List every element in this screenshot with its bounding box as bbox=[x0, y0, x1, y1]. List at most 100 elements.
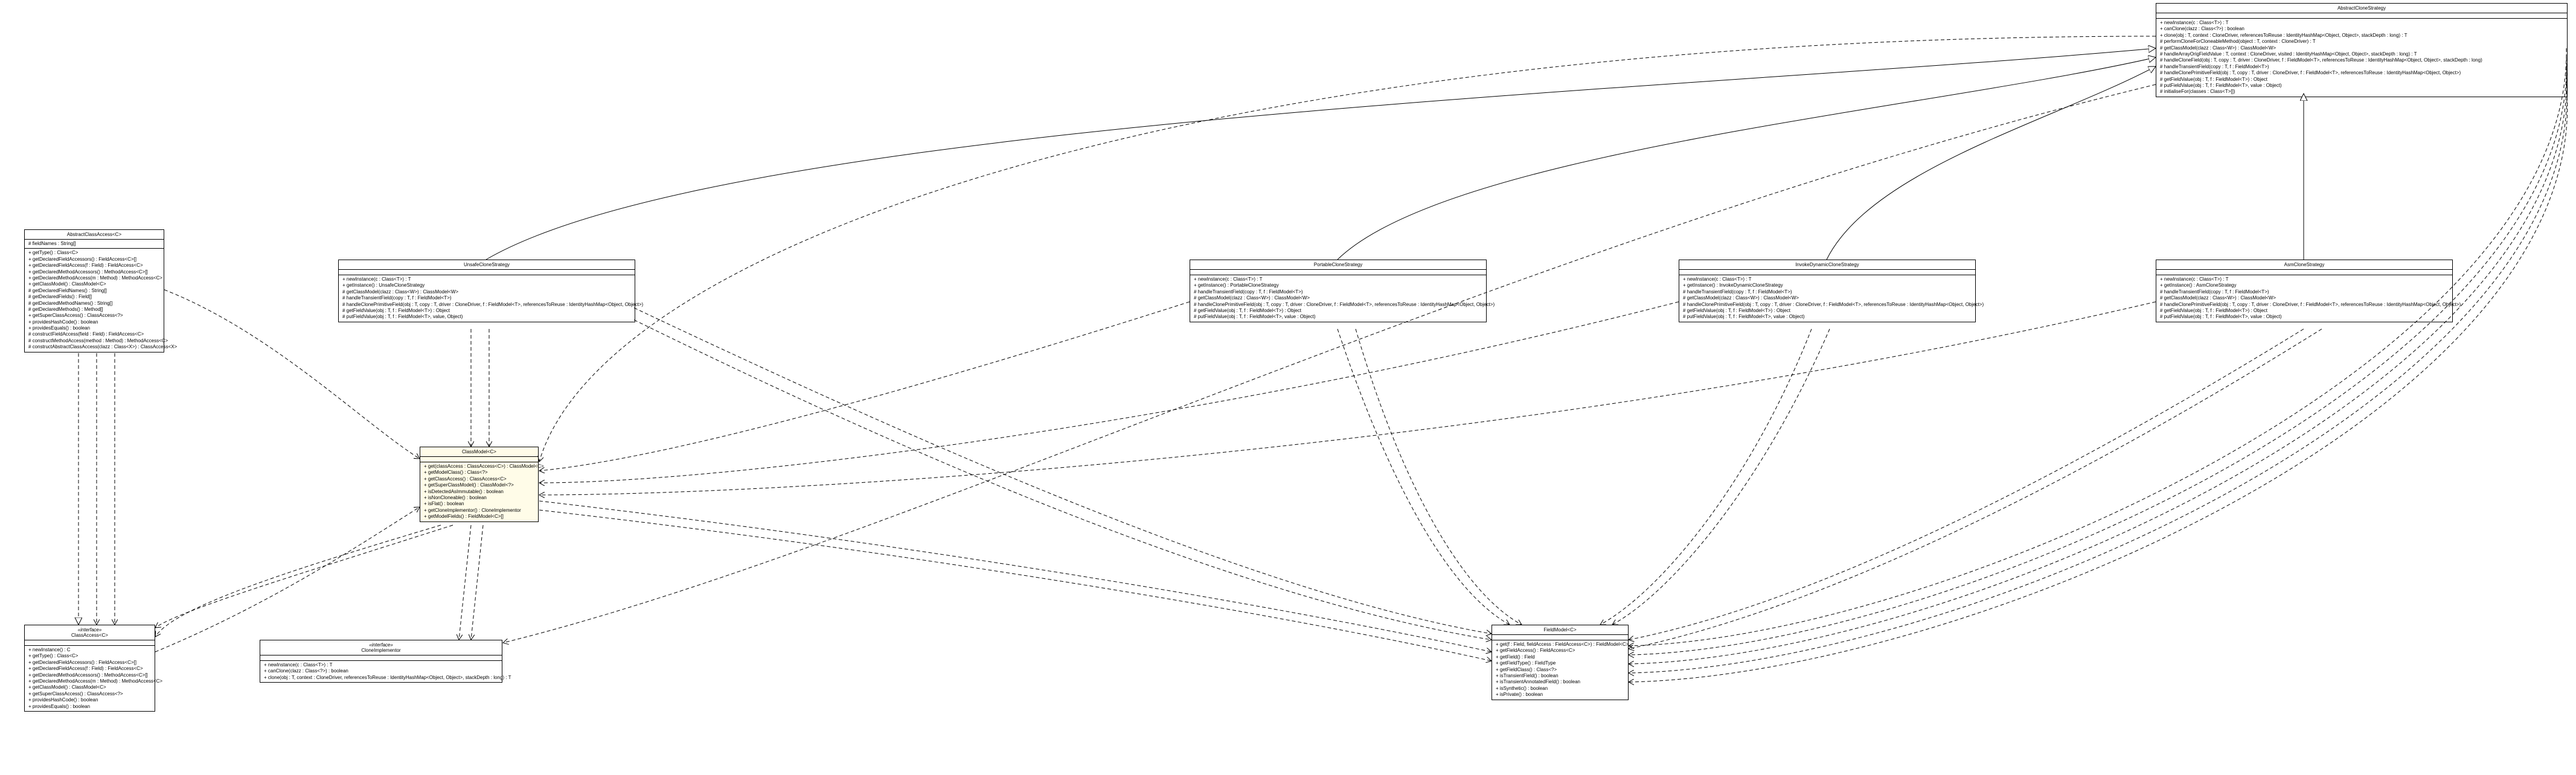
method-row: + isFlat() : boolean bbox=[424, 501, 534, 507]
fields-section bbox=[260, 655, 502, 661]
method-row: + getModelClass() : Class<?> bbox=[424, 470, 534, 476]
method-row: + getInstance() : AsmCloneStrategy bbox=[2160, 282, 2449, 289]
method-row: + get(classAccess : ClassAccess<C>) : Cl… bbox=[424, 464, 534, 470]
fields-section bbox=[1492, 635, 1628, 640]
method-row: + isSynthetic() : boolean bbox=[1496, 686, 1624, 692]
method-row: # initialiseFor(classes : Class<T>[]) bbox=[2160, 89, 2563, 95]
fields-section bbox=[339, 270, 635, 275]
methods-section: + get(f : Field, fieldAccess : FieldAcce… bbox=[1492, 640, 1628, 700]
title-text: ClassAccess<C> bbox=[71, 633, 108, 638]
method-row: + newInstance(c : Class<T>) : T bbox=[1683, 276, 1972, 282]
method-row: # handleArrayOrigFieldValue : T, context… bbox=[2160, 51, 2563, 57]
class-title: PortableCloneStrategy bbox=[1190, 260, 1486, 270]
class-title: FieldModel<C> bbox=[1492, 625, 1628, 635]
methods-section: + newInstance() : C + getType() : Class<… bbox=[25, 646, 155, 711]
class-abstract-clone-strategy: AbstractCloneStrategy + newInstance(c : … bbox=[2156, 3, 2568, 97]
class-field-model: FieldModel<C> + get(f : Field, fieldAcce… bbox=[1491, 625, 1629, 700]
method-row: # putFieldValue(obj : T, f : FieldModel<… bbox=[2160, 314, 2449, 320]
methods-section: + newInstance(c : Class<T>) : T + getIns… bbox=[339, 275, 635, 322]
method-row: + isPrivate() : boolean bbox=[1496, 692, 1624, 698]
methods-section: + getType() : Class<C> + getDeclaredFiel… bbox=[25, 249, 164, 351]
method-row: # getClassModel(clazz : Class<W>) : Clas… bbox=[1683, 295, 1972, 301]
method-row: # getDeclaredMethods() : Method[] bbox=[28, 307, 160, 313]
methods-section: + newInstance(c : Class<T>) : T + getIns… bbox=[1190, 275, 1486, 322]
method-row: # getClassModel(clazz : Class<W>) : Clas… bbox=[1194, 295, 1482, 301]
method-row: + newInstance(c : Class<T>) : T bbox=[264, 662, 498, 668]
method-row: + clone(obj : T, context : CloneDriver, … bbox=[264, 675, 498, 681]
method-row: + getDeclaredMethodAccessors() : MethodA… bbox=[28, 269, 160, 275]
method-row: # constructAbstractClassAccess(clazz : C… bbox=[28, 344, 160, 350]
stereotype: «interface» bbox=[28, 627, 151, 633]
method-row: # getFieldValue(obj : T, f : FieldModel<… bbox=[2160, 308, 2449, 314]
method-row: + getType() : Class<C> bbox=[28, 250, 160, 256]
method-row: + getDeclaredMethodAccessors() : MethodA… bbox=[28, 672, 151, 678]
method-row: + getModelFields() : FieldModel<C>[] bbox=[424, 514, 534, 520]
method-row: # handleTransientField(copy : T, f : Fie… bbox=[1683, 289, 1972, 295]
method-row: + getType() : Class<C> bbox=[28, 653, 151, 659]
method-row: # handleClonePrimitiveField(obj : T, cop… bbox=[1683, 302, 1972, 308]
method-row: + getDeclaredFieldAccess(f : Field) : Fi… bbox=[28, 666, 151, 672]
class-title: UnsafeCloneStrategy bbox=[339, 260, 635, 270]
method-row: + get(f : Field, fieldAccess : FieldAcce… bbox=[1496, 642, 1624, 648]
methods-section: + newInstance(c : Class<T>) : T + canClo… bbox=[2156, 19, 2567, 97]
method-row: + getSuperClassAccess() : ClassAccess<?> bbox=[28, 691, 151, 697]
method-row: # constructFieldAccess(field : Field) : … bbox=[28, 331, 160, 337]
method-row: # handleClonePrimitiveField(obj : T, cop… bbox=[2160, 70, 2563, 76]
method-row: # getClassModel(clazz : Class<W>) : Clas… bbox=[2160, 45, 2563, 51]
class-asm-clone-strategy: AsmCloneStrategy + newInstance(c : Class… bbox=[2156, 260, 2453, 322]
method-row: + getDeclaredFieldAccessors() : FieldAcc… bbox=[28, 660, 151, 666]
method-row: + getDeclaredMethodAccess(m : Method) : … bbox=[28, 678, 151, 684]
method-row: # getDeclaredFields() : Field[] bbox=[28, 294, 160, 300]
method-row: + getDeclaredFieldAccessors() : FieldAcc… bbox=[28, 257, 160, 263]
method-row: + newInstance(c : Class<T>) : T bbox=[342, 276, 631, 282]
method-row: + isTransientField() : boolean bbox=[1496, 673, 1624, 679]
stereotype: «interface» bbox=[264, 642, 498, 648]
class-title: «interface» CloneImplementor bbox=[260, 640, 502, 655]
class-title: «interface» ClassAccess<C> bbox=[25, 625, 155, 640]
fields-section bbox=[1679, 270, 1975, 275]
method-row: # putFieldValue(obj : T, f : FieldModel<… bbox=[2160, 83, 2563, 89]
method-row: + getDeclaredMethodAccess(m : Method) : … bbox=[28, 275, 160, 281]
method-row: # handleClonePrimitiveField(obj : T, cop… bbox=[2160, 302, 2449, 308]
class-portable-clone-strategy: PortableCloneStrategy + newInstance(c : … bbox=[1190, 260, 1487, 322]
method-row: + providesHashCode() : boolean bbox=[28, 319, 160, 325]
method-row: # handleTransientField(copy : T, f : Fie… bbox=[1194, 289, 1482, 295]
method-row: + isDetectedAsImmutable() : boolean bbox=[424, 489, 534, 495]
method-row: + providesEquals() : boolean bbox=[28, 704, 151, 710]
method-row: # performCloneForCloneableMethod(object … bbox=[2160, 39, 2563, 45]
method-row: # getDeclaredMethodNames() : String[] bbox=[28, 301, 160, 307]
method-row: # getFieldValue(obj : T, f : FieldModel<… bbox=[2160, 77, 2563, 83]
methods-section: + get(classAccess : ClassAccess<C>) : Cl… bbox=[420, 462, 538, 521]
field-row: # fieldNames : String[] bbox=[28, 241, 160, 247]
method-row: + canClone(clazz : Class<?>) : boolean bbox=[2160, 26, 2563, 32]
method-row: # handleClonePrimitiveField(obj : T, cop… bbox=[1194, 302, 1482, 308]
interface-class-access: «interface» ClassAccess<C> + newInstance… bbox=[24, 625, 155, 712]
method-row: # handleCloneField(obj : T, copy : T, dr… bbox=[2160, 57, 2563, 63]
method-row: # getFieldValue(obj : T, f : FieldModel<… bbox=[342, 308, 631, 314]
class-title: AbstractClassAccess<C> bbox=[25, 230, 164, 240]
method-row: + getInstance() : UnsafeCloneStrategy bbox=[342, 282, 631, 289]
fields-section bbox=[2156, 13, 2567, 19]
method-row: # handleClonePrimitiveField(obj : T, cop… bbox=[342, 302, 631, 308]
methods-section: + newInstance(c : Class<T>) : T + getIns… bbox=[2156, 275, 2452, 322]
method-row: # getFieldValue(obj : T, f : FieldModel<… bbox=[1683, 308, 1972, 314]
class-invoke-dynamic-clone-strategy: InvokeDynamicCloneStrategy + newInstance… bbox=[1679, 260, 1976, 322]
method-row: # getDeclaredFieldNames() : String[] bbox=[28, 288, 160, 294]
method-row: # handleTransientField(copy : T, f : Fie… bbox=[2160, 64, 2563, 70]
method-row: + canClone(clazz : Class<?>) : boolean bbox=[264, 668, 498, 674]
class-class-model: ClassModel<C> + get(classAccess : ClassA… bbox=[420, 447, 539, 522]
method-row: + getFieldAccess() : FieldAccess<C> bbox=[1496, 648, 1624, 654]
fields-section bbox=[25, 640, 155, 646]
method-row: + newInstance(c : Class<T>) : T bbox=[2160, 276, 2449, 282]
method-row: + getInstance() : InvokeDynamicCloneStra… bbox=[1683, 282, 1972, 289]
class-unsafe-clone-strategy: UnsafeCloneStrategy + newInstance(c : Cl… bbox=[338, 260, 635, 322]
methods-section: + newInstance(c : Class<T>) : T + getIns… bbox=[1679, 275, 1975, 322]
method-row: + getFieldType() : FieldType bbox=[1496, 660, 1624, 666]
class-title: AbstractCloneStrategy bbox=[2156, 4, 2567, 13]
method-row: + clone(obj : T, context : CloneDriver, … bbox=[2160, 33, 2563, 39]
method-row: # constructMethodAccess(method : Method)… bbox=[28, 338, 160, 344]
method-row: + newInstance(c : Class<T>) : T bbox=[2160, 20, 2563, 26]
method-row: # handleTransientField(copy : T, f : Fie… bbox=[342, 295, 631, 301]
method-row: # getClassModel(clazz : Class<W>) : Clas… bbox=[2160, 295, 2449, 301]
fields-section bbox=[2156, 270, 2452, 275]
